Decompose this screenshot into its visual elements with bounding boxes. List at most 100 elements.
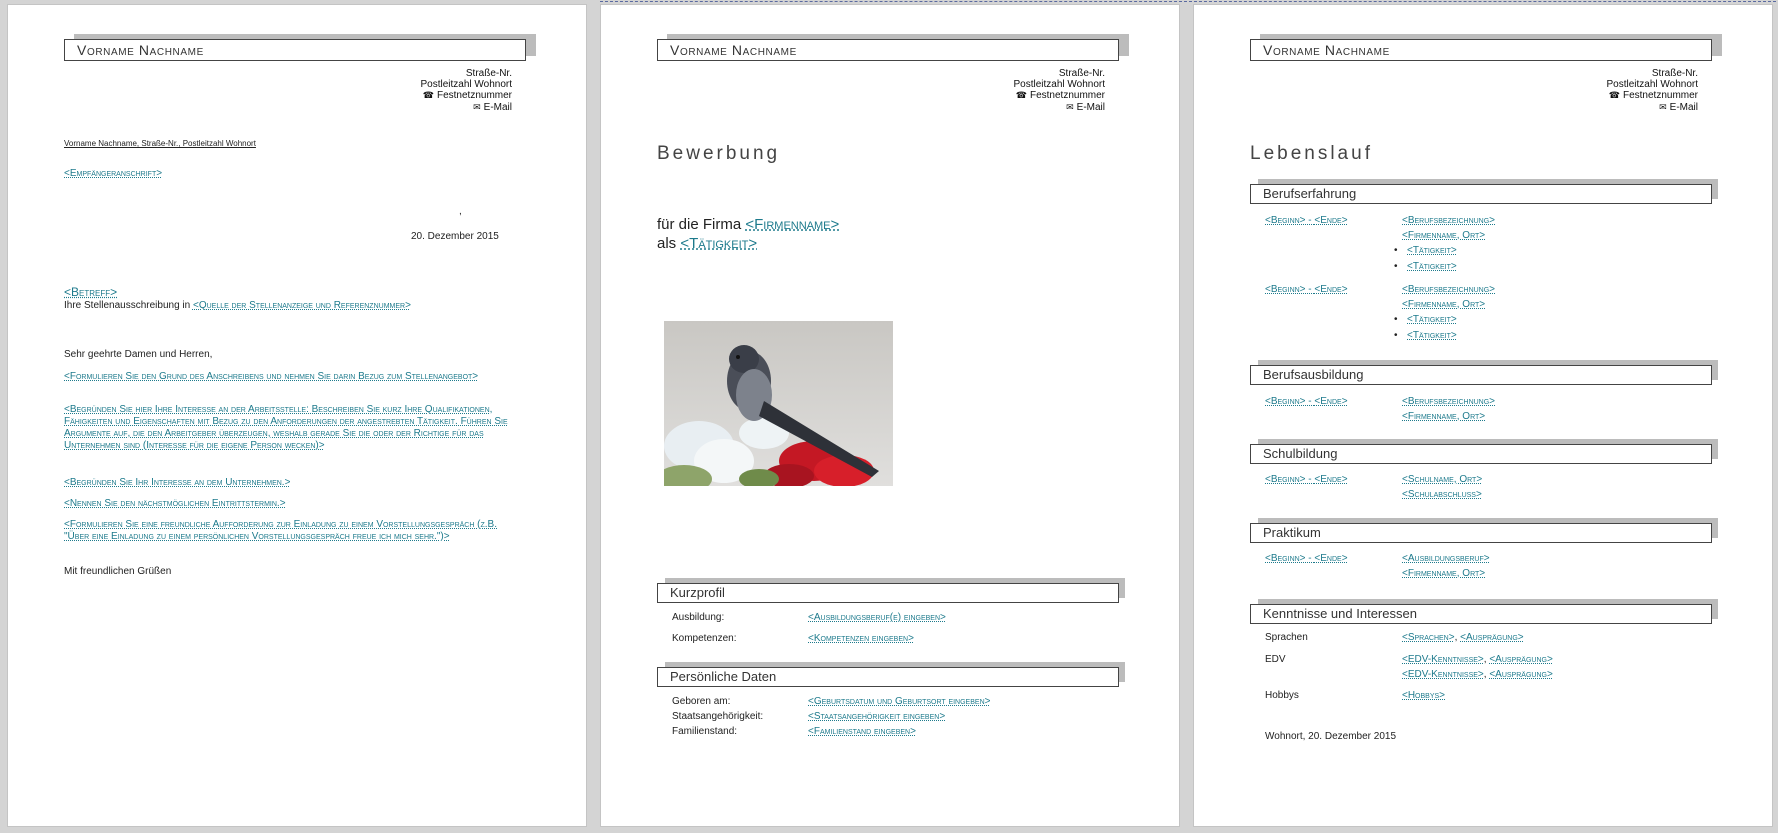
bird-photo[interactable] xyxy=(664,321,893,486)
phone: Festnetznummer xyxy=(1029,90,1105,102)
address-block: Straße-Nr. Postleitzahl Wohnort ☎ Festnet… xyxy=(1606,68,1698,113)
training-title[interactable]: <Berufsbezeichnung> xyxy=(1402,394,1495,409)
firm-prefix: für die Firma xyxy=(657,216,746,233)
label: Kompetenzen: xyxy=(672,633,737,644)
task[interactable]: <Tätigkeit> xyxy=(1407,243,1457,258)
value[interactable]: <Geburtsdatum und Geburtsort eingeben> xyxy=(808,694,990,709)
task[interactable]: <Tätigkeit> xyxy=(1407,328,1457,343)
date-comma: , xyxy=(459,206,462,217)
firm-placeholder[interactable]: <Firmenname> xyxy=(745,216,839,233)
period[interactable]: <Beginn> - <Ende> xyxy=(1265,213,1348,228)
subject[interactable]: <Betreff> xyxy=(64,285,117,299)
firm[interactable]: <Firmenname, Ort> xyxy=(1402,409,1485,424)
languages-value: <Sprachen>, <Ausprägung> xyxy=(1402,632,1524,643)
period[interactable]: <Beginn> - <Ende> xyxy=(1265,282,1348,297)
hobbies-label: Hobbys xyxy=(1265,690,1299,701)
sender-line: Vorname Nachname, Straße-Nr., Postleitza… xyxy=(64,139,256,148)
bullet: • xyxy=(1394,330,1398,341)
berufserfahrung-title: Berufserfahrung xyxy=(1263,186,1357,201)
period[interactable]: <Beginn> - <Ende> xyxy=(1265,551,1348,566)
cover-title: Bewerbung xyxy=(657,143,781,164)
email: E-Mail xyxy=(483,101,512,113)
paragraph-2[interactable]: <Begründen Sie hier Ihre Interesse an de… xyxy=(64,404,514,452)
firm[interactable]: <Firmenname, Ort> xyxy=(1402,297,1485,312)
label: Geboren am: xyxy=(672,696,731,707)
kurzprofil-header: Kurzprofil xyxy=(657,578,1125,603)
city: Postleitzahl Wohnort xyxy=(420,79,512,91)
name-header: Vorname Nachname xyxy=(1250,34,1722,61)
value[interactable]: <Ausbildungsberuf(e) eingeben> xyxy=(808,610,946,625)
job-title[interactable]: <Berufsbezeichnung> xyxy=(1402,213,1495,228)
page-guide-line xyxy=(600,1,1776,2)
email: E-Mail xyxy=(1669,101,1698,113)
phone-icon: ☎ xyxy=(422,90,434,101)
paragraph-4[interactable]: <Nennen Sie den nächstmöglichen Eintritt… xyxy=(64,498,514,510)
task[interactable]: <Tätigkeit> xyxy=(1407,259,1457,274)
firm[interactable]: <Firmenname, Ort> xyxy=(1402,566,1485,581)
personal-data-title: Persönliche Daten xyxy=(670,669,777,684)
letter-date: 20. Dezember 2015 xyxy=(411,231,499,242)
skills-title: Kenntnisse und Interessen xyxy=(1263,606,1417,621)
job-placeholder[interactable]: <Tätigkeit> xyxy=(680,235,757,252)
street: Straße-Nr. xyxy=(465,68,512,79)
salutation: Sehr geehrte Damen und Herren, xyxy=(64,349,213,360)
applicant-name: Vorname Nachname xyxy=(77,42,204,58)
value[interactable]: <Familienstand eingeben> xyxy=(808,724,916,739)
email-icon: ✉ xyxy=(473,101,481,112)
phone-icon: ☎ xyxy=(1608,90,1620,101)
phone: Festnetznummer xyxy=(1622,90,1698,102)
city: Postleitzahl Wohnort xyxy=(1013,79,1105,91)
label: Familienstand: xyxy=(672,726,738,737)
paragraph-1[interactable]: <Formulieren Sie den Grund des Anschreib… xyxy=(64,371,504,383)
place-date: Wohnort, 20. Dezember 2015 xyxy=(1265,731,1397,742)
praktikum-header: Praktikum xyxy=(1250,518,1718,543)
period[interactable]: <Beginn> - <Ende> xyxy=(1265,472,1348,487)
berufsausbildung-header: Berufsausbildung xyxy=(1250,360,1718,385)
paragraph-3[interactable]: <Begründen Sie Ihr Interesse an dem Unte… xyxy=(64,477,514,489)
edv-value-2: <EDV-Kenntnisse>, <Ausprägung> xyxy=(1402,669,1553,680)
cv-title: Lebenslauf xyxy=(1250,143,1373,164)
address-block: Straße-Nr. Postleitzahl Wohnort ☎ Festnet… xyxy=(1013,68,1105,113)
reference-placeholder[interactable]: <Quelle der Stellenanzeige und Referenzn… xyxy=(193,300,411,311)
firm[interactable]: <Firmenname, Ort> xyxy=(1402,228,1485,243)
name-header: Vorname Nachname xyxy=(657,34,1129,61)
period[interactable]: <Beginn> - <Ende> xyxy=(1265,394,1348,409)
email-icon: ✉ xyxy=(1659,101,1667,112)
degree[interactable]: <Schulabschluss> xyxy=(1402,487,1482,502)
personal-data-header: Persönliche Daten xyxy=(657,662,1125,687)
value[interactable]: <Staatsangehörigkeit eingeben> xyxy=(808,709,945,724)
email: E-Mail xyxy=(1076,101,1105,113)
label: Staatsangehörigkeit: xyxy=(672,711,764,722)
languages-label: Sprachen xyxy=(1265,632,1308,643)
applicant-name: Vorname Nachname xyxy=(670,42,797,58)
page-cover-letter: Vorname Nachname Straße-Nr. Postleitzahl… xyxy=(7,4,587,827)
label: Ausbildung: xyxy=(672,612,725,623)
task[interactable]: <Tätigkeit> xyxy=(1407,312,1457,327)
berufsausbildung-title: Berufsausbildung xyxy=(1263,367,1364,382)
applicant-name: Vorname Nachname xyxy=(1263,42,1390,58)
edv-label: EDV xyxy=(1265,654,1286,665)
school-name[interactable]: <Schulname, Ort> xyxy=(1402,472,1482,487)
name-header: Vorname Nachname xyxy=(64,34,536,61)
value[interactable]: <Kompetenzen eingeben> xyxy=(808,631,914,646)
skills-header: Kenntnisse und Interessen xyxy=(1250,599,1718,624)
schulbildung-title: Schulbildung xyxy=(1263,446,1338,461)
praktikum-title: Praktikum xyxy=(1263,525,1321,540)
bullet: • xyxy=(1394,261,1398,272)
address-block: Straße-Nr. Postleitzahl Wohnort ☎ Festnet… xyxy=(420,68,512,113)
street: Straße-Nr. xyxy=(1058,68,1105,79)
city: Postleitzahl Wohnort xyxy=(1606,79,1698,91)
job-prefix: als xyxy=(657,235,681,252)
job-title[interactable]: <Berufsbezeichnung> xyxy=(1402,282,1495,297)
internship-title[interactable]: <Ausbildungsberuf> xyxy=(1402,551,1490,566)
bullet: • xyxy=(1394,314,1398,325)
kurzprofil-title: Kurzprofil xyxy=(670,585,725,600)
firm-line: für die Firma <Firmenname> xyxy=(657,216,839,233)
bullet: • xyxy=(1394,245,1398,256)
paragraph-5[interactable]: <Formulieren Sie eine freundliche Auffor… xyxy=(64,519,504,543)
hobbies-value[interactable]: <Hobbys> xyxy=(1402,688,1445,703)
recipient-address[interactable]: <Empfängeranschrift> xyxy=(64,168,162,180)
page-cv: Vorname Nachname Straße-Nr. Postleitzahl… xyxy=(1193,4,1773,827)
phone-icon: ☎ xyxy=(1015,90,1027,101)
closing: Mit freundlichen Grüßen xyxy=(64,566,172,577)
